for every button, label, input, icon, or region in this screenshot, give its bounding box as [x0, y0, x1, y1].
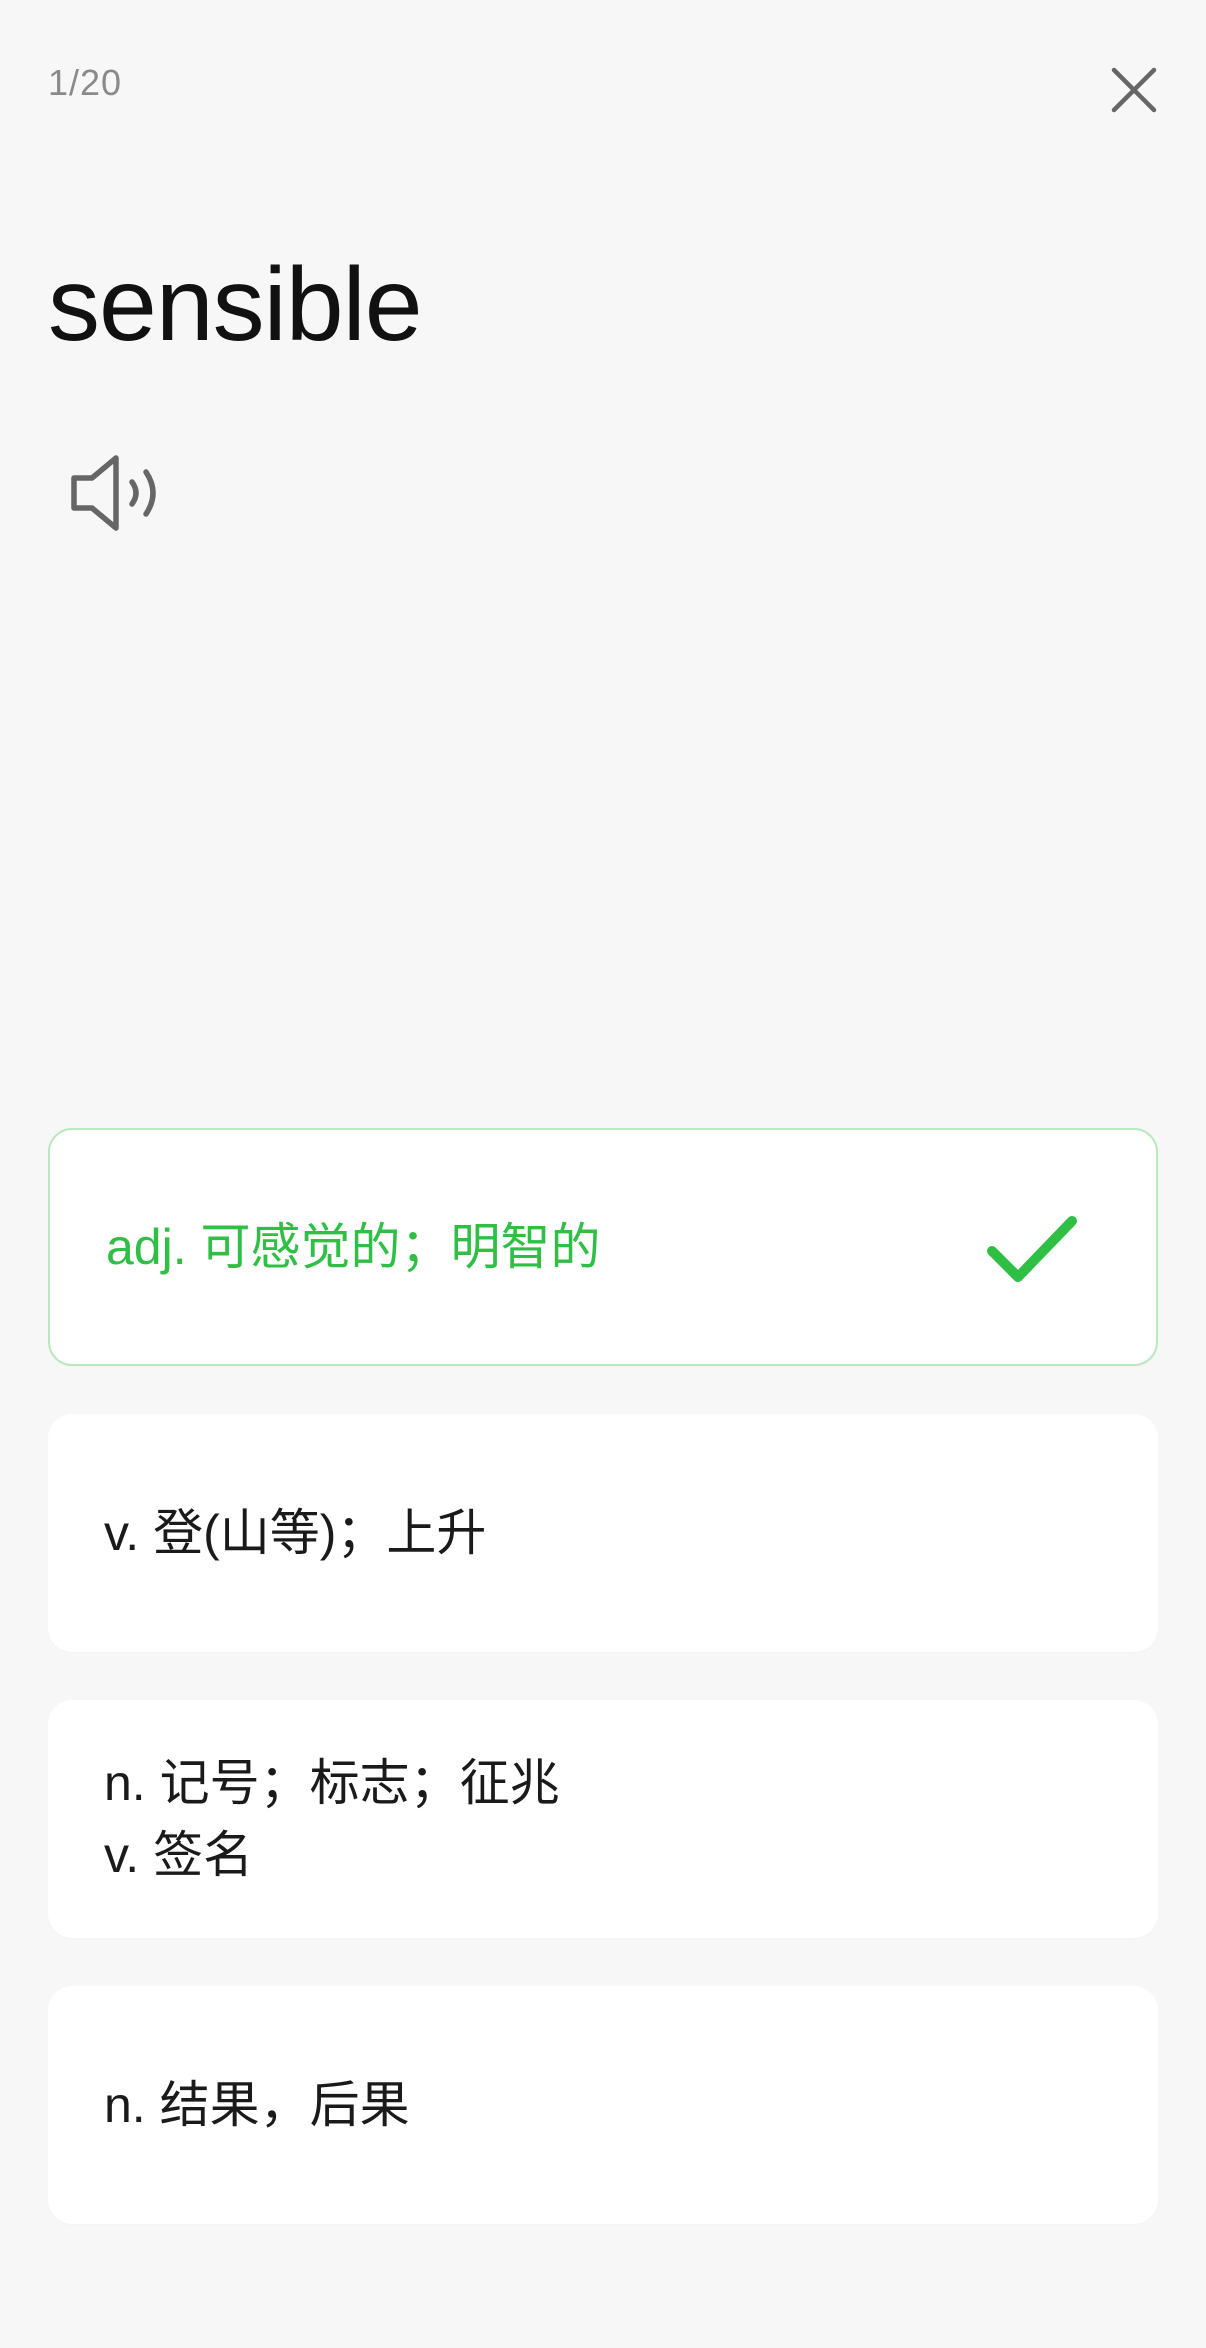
close-button[interactable] [1100, 56, 1168, 124]
quiz-screen: 1/20 sensible adj. 可感觉的；明智的 v. 登(山等)；上升 … [0, 0, 1206, 2348]
answer-option-text: v. 登(山等)；上升 [104, 1497, 486, 1569]
answer-option-text: n. 记号；标志；征兆 v. 签名 [104, 1747, 560, 1891]
answer-line: v. 登(山等)；上升 [104, 1505, 487, 1561]
answer-option-3[interactable]: n. 记号；标志；征兆 v. 签名 [48, 1700, 1158, 1938]
answer-line: adj. 可感觉的；明智的 [106, 1219, 601, 1275]
progress-counter: 1/20 [48, 62, 123, 103]
answer-option-2[interactable]: v. 登(山等)；上升 [48, 1414, 1158, 1652]
close-icon [1111, 67, 1157, 113]
answer-option-1[interactable]: adj. 可感觉的；明智的 [48, 1128, 1158, 1366]
answer-line: n. 记号；标志；征兆 [104, 1755, 560, 1811]
play-pronunciation-button[interactable] [64, 448, 174, 538]
answer-option-4[interactable]: n. 结果，后果 [48, 1986, 1158, 2224]
answer-option-text: n. 结果，后果 [104, 2069, 410, 2141]
speaker-icon [71, 455, 156, 531]
answer-options: adj. 可感觉的；明智的 v. 登(山等)；上升 n. 记号；标志；征兆 v.… [48, 1128, 1158, 2272]
answer-line: n. 结果，后果 [104, 2077, 410, 2133]
answer-option-text: adj. 可感觉的；明智的 [106, 1211, 601, 1283]
answer-line: v. 签名 [104, 1827, 254, 1883]
quiz-word: sensible [48, 247, 423, 363]
check-icon [984, 1199, 1080, 1295]
